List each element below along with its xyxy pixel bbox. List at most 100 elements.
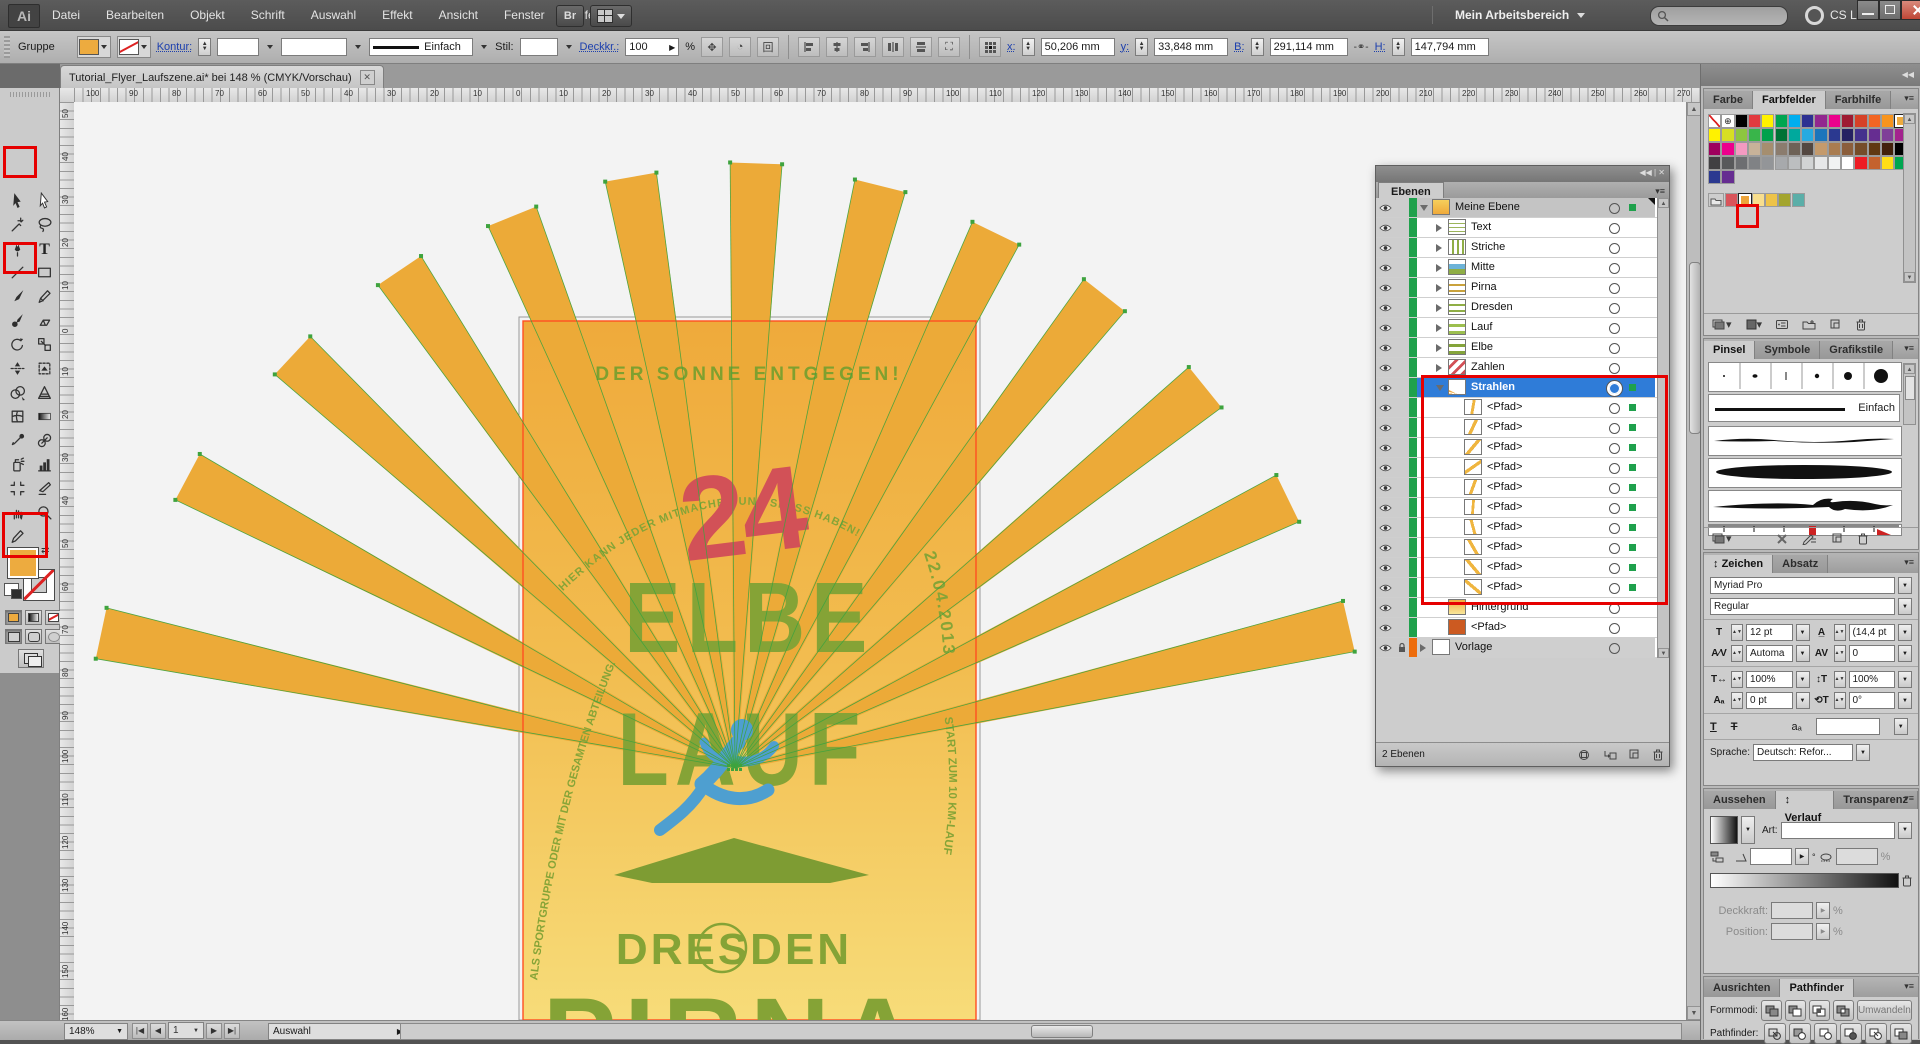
- swatch[interactable]: [1775, 142, 1788, 156]
- layer-thumbnail[interactable]: [1448, 259, 1466, 275]
- panel-menu-icon[interactable]: ▾≡: [1904, 981, 1914, 992]
- target-circle-icon[interactable]: [1609, 603, 1620, 614]
- swatch[interactable]: [1721, 156, 1734, 170]
- visibility-eye-icon[interactable]: [1376, 478, 1396, 497]
- swatch-options-icon[interactable]: [1776, 319, 1788, 330]
- gradient-angle-field[interactable]: [1750, 848, 1792, 865]
- y-stepper[interactable]: ▲▼: [1135, 38, 1148, 56]
- status-indicator[interactable]: Auswahl▶: [268, 1023, 408, 1040]
- panel-menu-icon[interactable]: ▾≡: [1904, 93, 1914, 104]
- layer-name[interactable]: Strahlen: [1471, 381, 1515, 393]
- layer-row-content[interactable]: <Pfad>: [1417, 538, 1655, 557]
- chevron-down-icon[interactable]: [267, 45, 273, 49]
- stop-position-field[interactable]: [1771, 923, 1813, 940]
- selection-indicator[interactable]: [1629, 584, 1636, 591]
- layer-row-content[interactable]: Lauf: [1417, 318, 1655, 337]
- blend-tool[interactable]: [31, 428, 57, 452]
- swatch[interactable]: [1868, 128, 1881, 142]
- free-transform-tool[interactable]: [31, 356, 57, 380]
- shape-builder-tool[interactable]: [4, 380, 30, 404]
- swatch[interactable]: [1814, 156, 1827, 170]
- isolate-icon[interactable]: 回: [757, 37, 779, 57]
- layer-row-content[interactable]: Dresden: [1417, 298, 1655, 317]
- mesh-tool[interactable]: [4, 404, 30, 428]
- swatch[interactable]: [1725, 193, 1738, 207]
- disclosure-closed-icon[interactable]: [1420, 644, 1426, 652]
- layer-thumbnail[interactable]: [1464, 399, 1482, 415]
- gradient-slider[interactable]: [1710, 873, 1899, 888]
- width-label[interactable]: B:: [1234, 41, 1244, 53]
- visibility-eye-icon[interactable]: [1376, 298, 1396, 317]
- style-dropdown[interactable]: [520, 38, 558, 56]
- layer-row-lauf[interactable]: Lauf: [1376, 318, 1667, 338]
- selection-tool[interactable]: [4, 188, 30, 212]
- chevron-down-icon[interactable]: [481, 45, 487, 49]
- disclosure-closed-icon[interactable]: [1436, 304, 1442, 312]
- fill-color-dropdown[interactable]: [77, 36, 111, 58]
- opacity-field[interactable]: 100▶: [625, 38, 679, 56]
- color-group-folder-icon[interactable]: [1708, 193, 1724, 207]
- target-circle-icon[interactable]: [1609, 223, 1620, 234]
- dry-brush[interactable]: [1708, 490, 1902, 522]
- target-circle-icon[interactable]: [1609, 343, 1620, 354]
- swatch[interactable]: [1775, 128, 1788, 142]
- dock-header[interactable]: ◀◀: [1701, 64, 1920, 86]
- layer-thumbnail[interactable]: [1464, 419, 1482, 435]
- panel-grip[interactable]: [10, 92, 50, 97]
- visibility-eye-icon[interactable]: [1376, 498, 1396, 517]
- selection-indicator[interactable]: [1629, 544, 1636, 551]
- chevron-down-icon[interactable]: ▼: [1898, 577, 1912, 594]
- panel-grip[interactable]: [4, 36, 10, 58]
- exclude-button[interactable]: [1833, 1000, 1854, 1021]
- lock-cell[interactable]: [1395, 618, 1410, 637]
- swatch-libraries-icon[interactable]: ▾: [1712, 318, 1732, 331]
- lock-cell[interactable]: [1395, 198, 1410, 217]
- swatch[interactable]: [1721, 128, 1734, 142]
- arrange-documents-button[interactable]: [590, 5, 632, 27]
- selection-indicator[interactable]: [1629, 504, 1636, 511]
- expand-button[interactable]: Umwandeln: [1857, 1000, 1912, 1021]
- zoom-tool[interactable]: [31, 500, 57, 524]
- new-swatch-icon[interactable]: [1830, 319, 1842, 330]
- align-center-icon[interactable]: [826, 37, 848, 57]
- layer-row-dresden[interactable]: Dresden: [1376, 298, 1667, 318]
- layer-row-strahlen[interactable]: Strahlen: [1376, 378, 1667, 398]
- visibility-eye-icon[interactable]: [1376, 378, 1396, 397]
- select-similar-icon[interactable]: ✥: [701, 37, 723, 57]
- layer-row-content[interactable]: <Pfad>: [1417, 418, 1655, 437]
- tab-verlauf[interactable]: ↕ Verlauf: [1776, 791, 1835, 809]
- layer-name[interactable]: <Pfad>: [1487, 561, 1522, 573]
- perspective-grid-tool[interactable]: [31, 380, 57, 404]
- close-panel-icon[interactable]: ✕: [1658, 168, 1665, 177]
- underline-button[interactable]: T: [1710, 721, 1717, 733]
- swatch[interactable]: [1854, 142, 1867, 156]
- color-button[interactable]: [5, 610, 22, 625]
- column-graph-tool[interactable]: [31, 452, 57, 476]
- layer-name[interactable]: Striche: [1471, 241, 1505, 253]
- chevron-down-icon[interactable]: ▼: [1741, 816, 1755, 844]
- rotation-field[interactable]: 0°: [1849, 692, 1896, 709]
- distribute-horizontal-icon[interactable]: [882, 37, 904, 57]
- layer-row-elbe[interactable]: Elbe: [1376, 338, 1667, 358]
- scale-tool[interactable]: [31, 332, 57, 356]
- target-circle-icon[interactable]: [1609, 623, 1620, 634]
- minus-front-button[interactable]: [1785, 1000, 1806, 1021]
- visibility-eye-icon[interactable]: [1376, 398, 1396, 417]
- swatch[interactable]: [1761, 156, 1774, 170]
- swatch[interactable]: [1748, 142, 1761, 156]
- swatch[interactable]: [1881, 142, 1894, 156]
- layer-name[interactable]: Hintergrund: [1471, 601, 1528, 613]
- layer-row-content[interactable]: <Pfad>: [1417, 618, 1655, 637]
- target-circle-icon[interactable]: [1609, 443, 1620, 454]
- selection-indicator[interactable]: [1629, 384, 1636, 391]
- trim-button[interactable]: [1789, 1023, 1811, 1044]
- constrain-proportions-icon[interactable]: -⚭-: [1354, 42, 1369, 53]
- target-circle-icon[interactable]: [1609, 583, 1620, 594]
- lock-cell[interactable]: [1395, 578, 1410, 597]
- swatch[interactable]: [1735, 156, 1748, 170]
- layer-name[interactable]: <Pfad>: [1487, 541, 1522, 553]
- x-field[interactable]: 50,206 mm: [1041, 38, 1115, 56]
- layer-row-pfad[interactable]: <Pfad>: [1376, 518, 1667, 538]
- layer-thumbnail[interactable]: [1464, 539, 1482, 555]
- align-left-icon[interactable]: [798, 37, 820, 57]
